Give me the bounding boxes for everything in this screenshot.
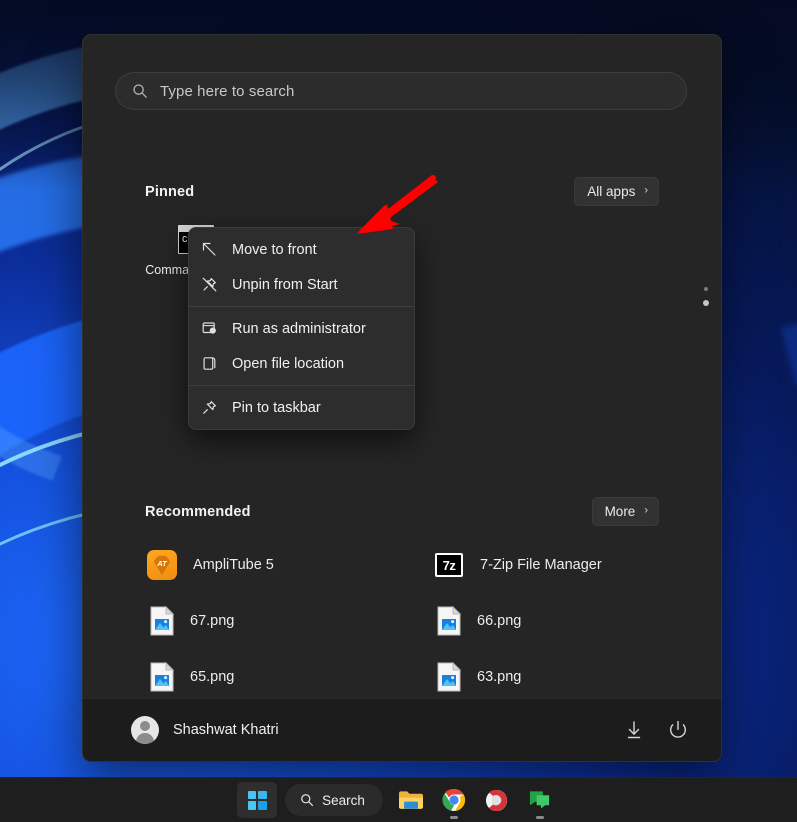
pin-icon <box>203 401 216 414</box>
run-as-administrator-icon <box>202 322 216 334</box>
search-placeholder: Type here to search <box>160 82 295 100</box>
context-menu-item-pin-to-taskbar[interactable]: Pin to taskbar <box>189 390 414 425</box>
taskbar-opera-button[interactable] <box>477 782 517 818</box>
pinned-title: Pinned <box>145 183 195 200</box>
amplitube-icon: AT <box>147 550 177 580</box>
start-menu-footer: Shashwat Khatri <box>83 698 721 761</box>
taskbar-file-explorer-button[interactable] <box>391 782 431 818</box>
sevenzip-icon-text: 7z <box>442 557 456 573</box>
pinned-page-indicator[interactable] <box>703 287 709 306</box>
png-file-icon <box>437 662 461 692</box>
recommended-item-label: 63.png <box>477 669 522 685</box>
taskbar-messaging-button[interactable] <box>520 782 560 819</box>
messaging-icon <box>530 791 550 809</box>
taskbar-chrome-button[interactable] <box>434 782 474 819</box>
context-menu-item-move-to-front[interactable]: Move to front <box>189 232 414 267</box>
recommended-item-label: AmpliTube 5 <box>193 557 274 573</box>
context-menu-item-open-file-location[interactable]: Open file location <box>189 346 414 381</box>
recommended-item-7zip[interactable]: 7z 7-Zip File Manager <box>428 537 665 593</box>
taskbar-start-button[interactable] <box>237 782 278 818</box>
power-icon[interactable] <box>667 719 689 741</box>
user-avatar-icon <box>131 716 159 744</box>
chevron-right-icon: › <box>644 504 648 517</box>
recommended-item-label: 7-Zip File Manager <box>480 557 602 573</box>
opera-icon <box>486 789 508 811</box>
windows-logo-icon <box>247 790 267 810</box>
download-icon[interactable] <box>623 719 645 741</box>
chrome-icon <box>442 788 465 811</box>
footer-actions <box>623 719 689 741</box>
recommended-item-label: 67.png <box>190 613 235 629</box>
taskbar-search-label: Search <box>322 792 365 808</box>
amplitube-icon-text: AT <box>157 558 167 568</box>
context-menu-item-label: Open file location <box>232 355 345 372</box>
taskbar: Search <box>0 777 797 822</box>
sevenzip-icon: 7z <box>434 550 464 580</box>
context-menu-separator <box>189 306 414 307</box>
page-dot-1[interactable] <box>704 287 708 291</box>
folder-icon <box>398 791 423 809</box>
search-input[interactable]: Type here to search <box>115 72 687 110</box>
context-menu-item-label: Unpin from Start <box>232 276 338 293</box>
more-button[interactable]: More › <box>591 497 659 526</box>
pinned-section-header: Pinned All apps › <box>145 177 659 206</box>
png-file-icon <box>150 662 174 692</box>
taskbar-search-button[interactable]: Search <box>285 784 383 816</box>
unpin-icon <box>202 277 217 292</box>
recommended-list: AT AmpliTube 5 7z 7-Zip File Manager 67.… <box>141 537 665 705</box>
recommended-title: Recommended <box>145 503 251 520</box>
search-icon <box>301 794 314 807</box>
context-menu-separator <box>189 385 414 386</box>
context-menu: Move to front Unpin from Start Run as ad… <box>188 227 415 430</box>
running-indicator <box>449 816 458 819</box>
search-icon <box>133 84 147 98</box>
chevron-right-icon: › <box>644 184 648 197</box>
recommended-item-amplitube[interactable]: AT AmpliTube 5 <box>141 537 428 593</box>
context-menu-item-label: Pin to taskbar <box>232 399 321 416</box>
context-menu-item-label: Run as administrator <box>232 320 366 337</box>
more-label: More <box>604 504 636 519</box>
all-apps-label: All apps <box>587 184 636 199</box>
context-menu-item-label: Move to front <box>232 241 317 258</box>
recommended-item-label: 66.png <box>477 613 522 629</box>
context-menu-item-unpin-from-start[interactable]: Unpin from Start <box>189 267 414 302</box>
move-to-front-icon <box>202 242 216 256</box>
desktop-screen: Type here to search Pinned All apps › C:… <box>0 0 797 822</box>
open-file-location-icon <box>203 357 216 370</box>
recommended-item-label: 65.png <box>190 669 235 685</box>
running-indicator <box>535 816 544 819</box>
recommended-item-file[interactable]: 66.png <box>428 593 665 649</box>
all-apps-button[interactable]: All apps › <box>574 177 659 206</box>
png-file-icon <box>437 606 461 636</box>
recommended-item-file[interactable]: 63.png <box>428 649 665 705</box>
page-dot-2[interactable] <box>703 300 709 306</box>
png-file-icon <box>150 606 174 636</box>
recommended-item-file[interactable]: 67.png <box>141 593 428 649</box>
user-name-label: Shashwat Khatri <box>173 722 279 738</box>
user-account-button[interactable]: Shashwat Khatri <box>131 716 279 744</box>
recommended-section-header: Recommended More › <box>145 497 659 526</box>
recommended-item-file[interactable]: 65.png <box>141 649 428 705</box>
context-menu-item-run-as-administrator[interactable]: Run as administrator <box>189 311 414 346</box>
